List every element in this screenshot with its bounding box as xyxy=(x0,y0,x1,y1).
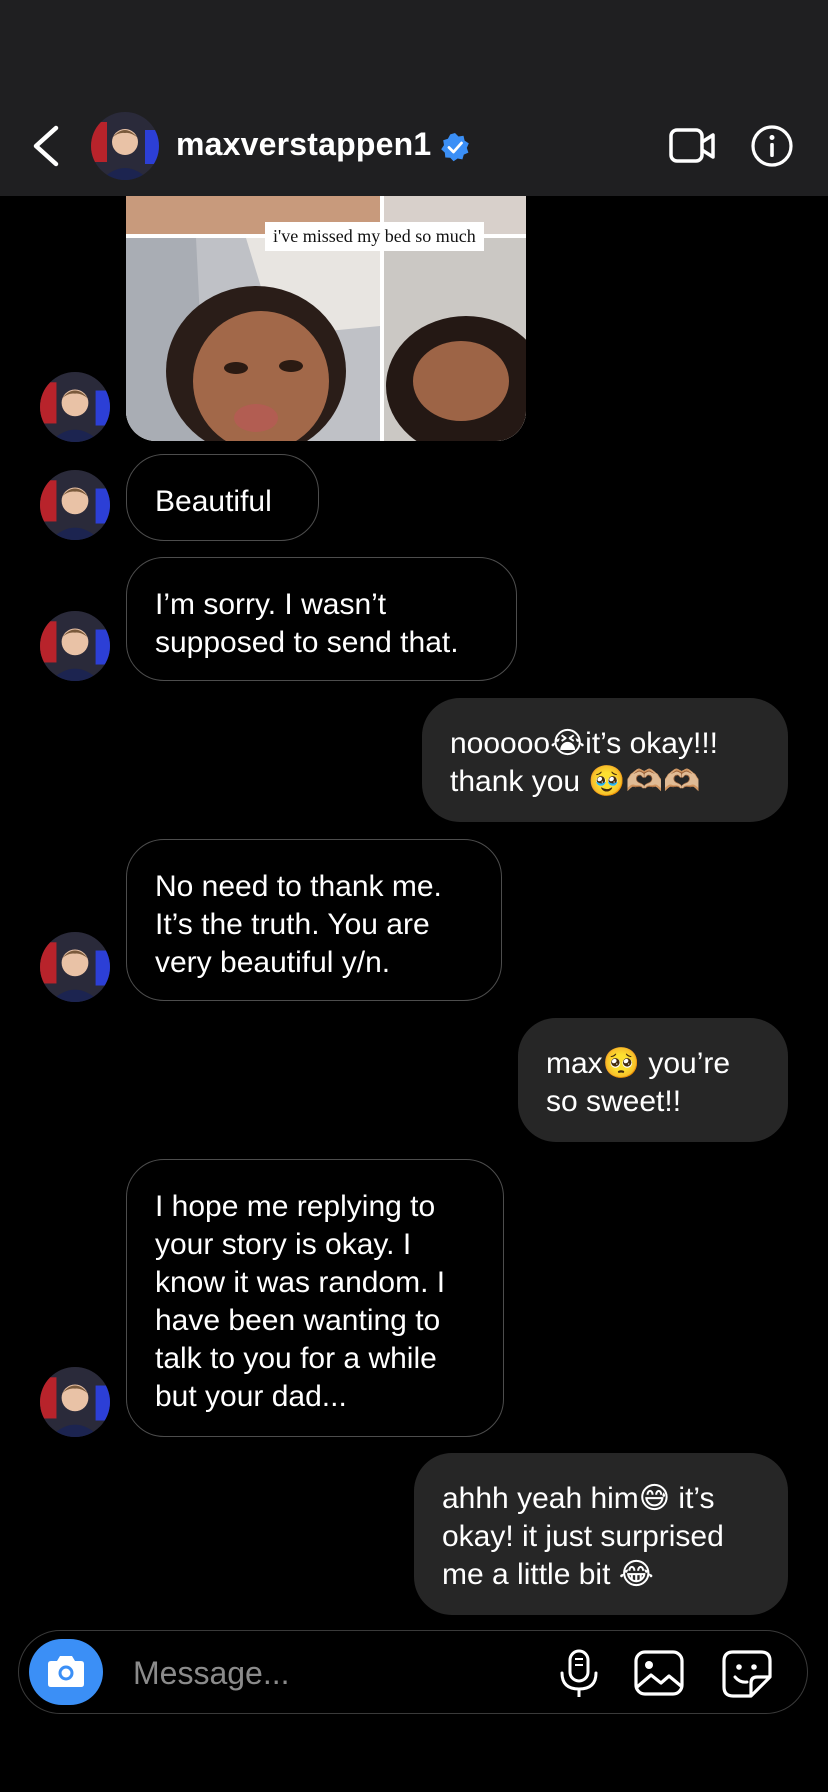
message-text: No need to thank me. xyxy=(155,870,442,903)
camera-button[interactable] xyxy=(29,1639,103,1705)
camera-icon xyxy=(48,1656,84,1687)
message-bubble-outgoing[interactable]: ahhh yeah him😅 it’s okay! it just surpri… xyxy=(414,1453,788,1615)
sender-avatar[interactable] xyxy=(40,470,110,540)
microphone-icon[interactable] xyxy=(557,1649,601,1699)
message-input[interactable] xyxy=(131,1647,555,1699)
message-bubble-incoming[interactable]: I’m sorry. I wasn’t supposed to send tha… xyxy=(126,557,517,681)
sticker-icon[interactable] xyxy=(721,1649,773,1699)
message-bubble-incoming[interactable]: No need to thank me. It’s the truth. You… xyxy=(126,839,502,1001)
message-text: have been wanting to xyxy=(155,1304,441,1337)
sender-avatar[interactable] xyxy=(40,611,110,681)
message-text: thank you 🥹🫶🏼🫶🏼 xyxy=(450,765,701,798)
message-text: talk to you for a while xyxy=(155,1342,437,1375)
message-text: but your dad... xyxy=(155,1380,347,1413)
message-text: I hope me replying to xyxy=(155,1190,436,1223)
message-text: so sweet!! xyxy=(546,1085,682,1118)
message-bubble-incoming[interactable]: Beautiful xyxy=(126,454,319,541)
chat-username[interactable]: maxverstappen1 xyxy=(176,126,431,163)
gallery-icon[interactable] xyxy=(633,1649,685,1697)
photo-caption: i've missed my bed so much xyxy=(265,222,484,251)
message-text: okay! it just surprised xyxy=(442,1520,724,1553)
verified-badge-icon xyxy=(441,133,469,162)
video-call-icon[interactable] xyxy=(668,126,716,166)
message-text: very beautiful y/n. xyxy=(155,946,391,979)
message-bubble-outgoing[interactable]: max🥺 you’re so sweet!! xyxy=(518,1018,788,1142)
message-text: It’s the truth. You are xyxy=(155,908,430,941)
chat-header: maxverstappen1 xyxy=(0,0,828,196)
back-arrow-icon[interactable] xyxy=(26,122,66,170)
message-text: know it was random. I xyxy=(155,1266,446,1299)
message-text: I’m sorry. I wasn’t xyxy=(155,588,387,621)
sender-avatar[interactable] xyxy=(40,1367,110,1437)
sender-avatar[interactable] xyxy=(40,932,110,1002)
message-bubble-outgoing[interactable]: nooooo😭it’s okay!!! thank you 🥹🫶🏼🫶🏼 xyxy=(422,698,788,822)
info-icon[interactable] xyxy=(750,124,794,168)
header-avatar[interactable] xyxy=(91,112,159,180)
sender-avatar[interactable] xyxy=(40,372,110,442)
message-text: Beautiful xyxy=(155,485,272,518)
message-text: max🥺 you’re xyxy=(546,1047,731,1080)
message-text: your story is okay. I xyxy=(155,1228,412,1261)
message-text: ahhh yeah him😅 it’s xyxy=(442,1482,715,1515)
message-text: supposed to send that. xyxy=(155,626,459,659)
message-text: me a little bit 😂 xyxy=(442,1558,654,1591)
message-bubble-incoming[interactable]: I hope me replying to your story is okay… xyxy=(126,1159,504,1437)
message-composer xyxy=(18,1630,808,1714)
message-text: nooooo😭it’s okay!!! xyxy=(450,727,718,760)
